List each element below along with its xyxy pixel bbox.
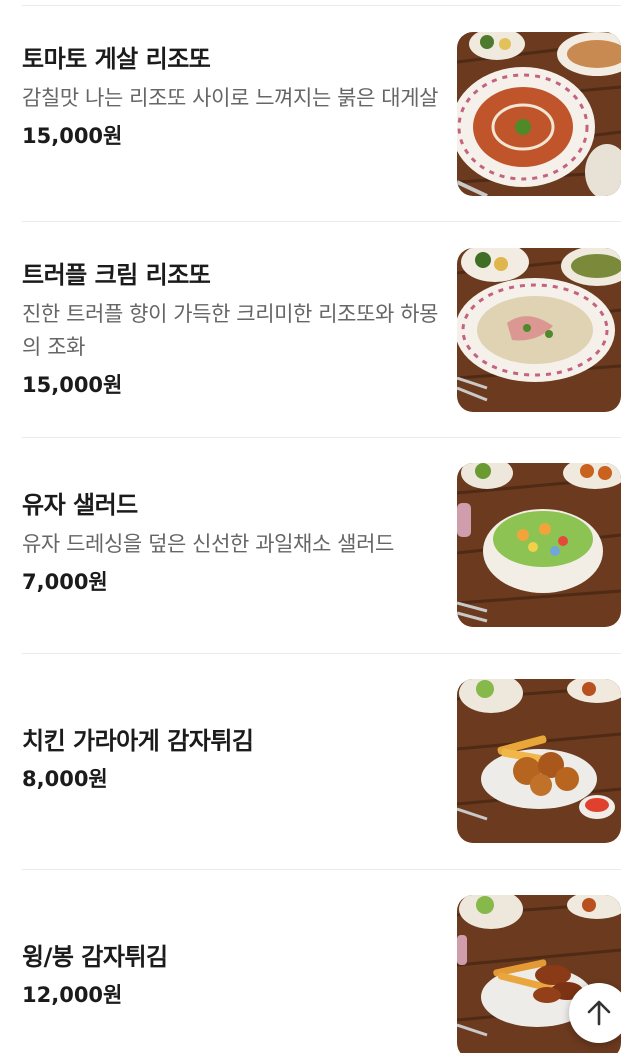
scroll-to-top-button[interactable] bbox=[569, 983, 621, 1043]
menu-item-tomato-crab-risotto[interactable]: 토마토 게살 리조또 감칠맛 나는 리조또 사이로 느껴지는 붉은 대게살 15… bbox=[0, 6, 621, 222]
menu-item-name: 치킨 가라아게 감자튀김 bbox=[22, 727, 254, 755]
menu-item-price: 15,000원 bbox=[22, 373, 123, 397]
menu-item-name: 토마토 게살 리조또 bbox=[22, 45, 211, 73]
menu-item-description: 진한 트러플 향이 가득한 크리미한 리조또와 하몽의 조화 bbox=[22, 302, 439, 359]
menu-item-yuzu-salad[interactable]: 유자 샐러드 유자 드레싱을 덮은 신선한 과일채소 샐러드 7,000원 bbox=[0, 438, 621, 654]
menu-item-name: 트러플 크림 리조또 bbox=[22, 261, 211, 289]
menu-item-truffle-cream-risotto[interactable]: 트러플 크림 리조또 진한 트러플 향이 가득한 크리미한 리조또와 하몽의 조… bbox=[0, 222, 621, 438]
menu-item-price: 8,000원 bbox=[22, 767, 108, 791]
menu-item-name: 유자 샐러드 bbox=[22, 491, 138, 519]
menu-item-text: 윙/봉 감자튀김 12,000원 bbox=[22, 940, 440, 1010]
menu-item-chicken-karaage-fries[interactable]: 치킨 가라아게 감자튀김 8,000원 bbox=[0, 654, 621, 870]
menu-item-text: 치킨 가라아게 감자튀김 8,000원 bbox=[22, 724, 440, 794]
food-photo-icon[interactable] bbox=[457, 679, 621, 843]
food-photo-icon[interactable] bbox=[457, 32, 621, 196]
menu-list: 토마토 게살 리조또 감칠맛 나는 리조또 사이로 느껴지는 붉은 대게살 15… bbox=[0, 0, 621, 1053]
menu-item-description: 감칠맛 나는 리조또 사이로 느껴지는 붉은 대게살 bbox=[22, 86, 439, 110]
menu-item-price: 7,000원 bbox=[22, 570, 108, 594]
menu-item-text: 토마토 게살 리조또 감칠맛 나는 리조또 사이로 느껴지는 붉은 대게살 15… bbox=[22, 42, 440, 151]
menu-item-wing-fries[interactable]: 윙/봉 감자튀김 12,000원 bbox=[0, 870, 621, 1053]
menu-item-text: 트러플 크림 리조또 진한 트러플 향이 가득한 크리미한 리조또와 하몽의 조… bbox=[22, 258, 440, 400]
menu-item-description: 유자 드레싱을 덮은 신선한 과일채소 샐러드 bbox=[22, 532, 394, 556]
menu-item-text: 유자 샐러드 유자 드레싱을 덮은 신선한 과일채소 샐러드 7,000원 bbox=[22, 488, 440, 597]
menu-item-price: 15,000원 bbox=[22, 124, 123, 148]
food-photo-icon[interactable] bbox=[457, 463, 621, 627]
menu-item-name: 윙/봉 감자튀김 bbox=[22, 943, 168, 971]
menu-item-price: 12,000원 bbox=[22, 983, 123, 1007]
food-photo-icon[interactable] bbox=[457, 248, 621, 412]
arrow-up-icon bbox=[587, 1000, 611, 1026]
